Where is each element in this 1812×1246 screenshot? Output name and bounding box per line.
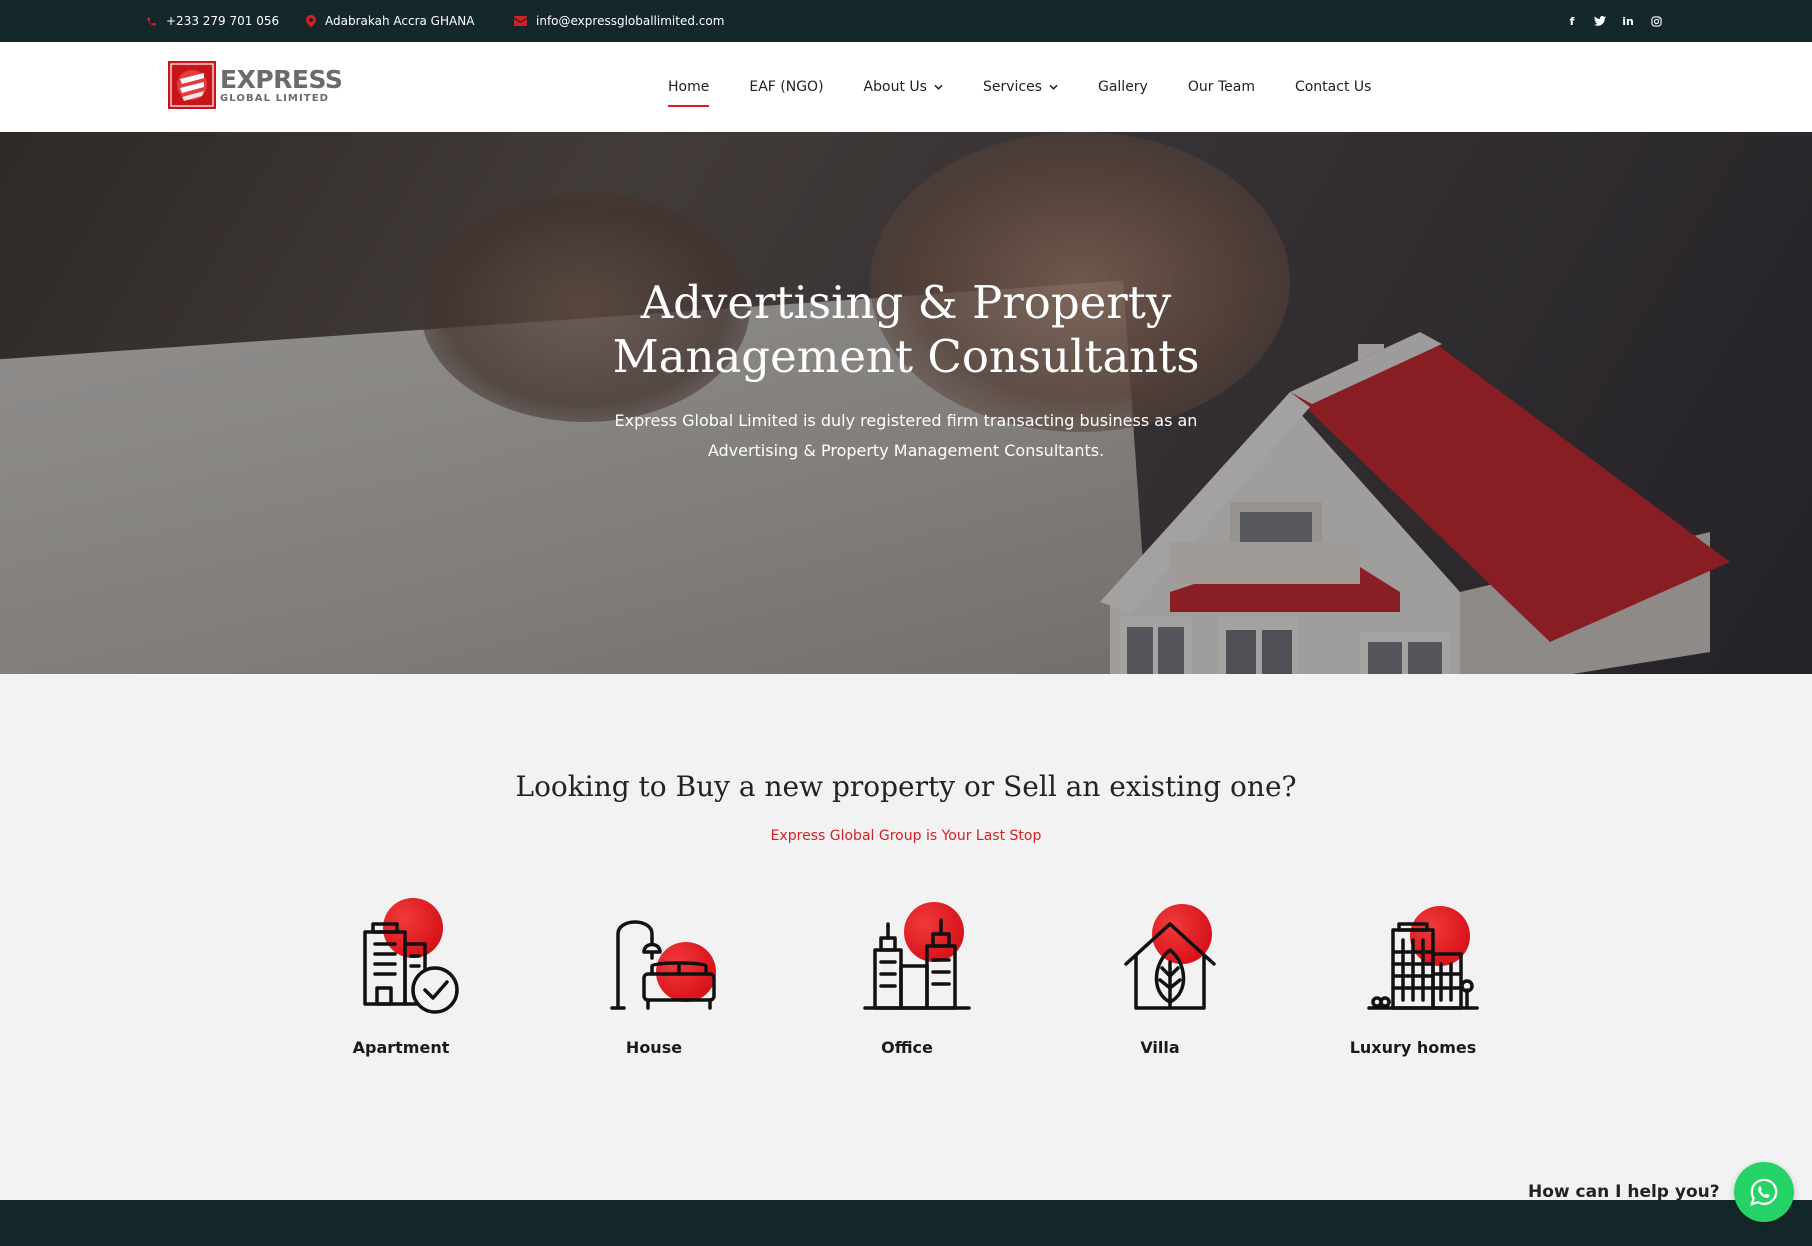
villa-icon <box>1124 922 1216 1010</box>
phone-icon <box>147 16 156 26</box>
nav-home[interactable]: Home <box>668 79 710 107</box>
map-pin-icon <box>306 15 316 27</box>
property-type-house[interactable]: House <box>569 904 739 1074</box>
main-nav: Home EAF (NGO) About Us Services Gallery… <box>668 42 1411 132</box>
envelope-icon <box>514 16 527 26</box>
nav-about-us[interactable]: About Us <box>864 79 943 95</box>
hero-overlay <box>0 132 1812 674</box>
property-type-label: Office <box>881 1038 933 1057</box>
site-header: EXPRESS GLOBAL LIMITED Home EAF (NGO) Ab… <box>0 42 1812 132</box>
nav-eaf-label: EAF (NGO) <box>749 79 824 95</box>
nav-gallery[interactable]: Gallery <box>1098 79 1148 95</box>
nav-services[interactable]: Services <box>983 79 1058 95</box>
property-type-label: Apartment <box>352 1038 450 1057</box>
nav-gallery-label: Gallery <box>1097 79 1148 95</box>
logo-mark-icon <box>168 61 216 109</box>
chevron-down-icon <box>1049 84 1058 90</box>
email-text: info@expressgloballimited.com <box>536 14 725 28</box>
site-logo[interactable]: EXPRESS GLOBAL LIMITED <box>168 61 343 109</box>
property-type-label: Villa <box>1140 1038 1180 1057</box>
phone-text: +233 279 701 056 <box>166 14 280 28</box>
office-icon <box>863 918 971 1010</box>
twitter-icon[interactable] <box>1594 15 1606 27</box>
property-type-label: House <box>625 1038 683 1057</box>
linkedin-icon[interactable]: in <box>1622 15 1634 28</box>
hero-title: Advertising & Property Management Consul… <box>0 276 1812 384</box>
property-type-luxury-homes[interactable]: Luxury homes <box>1328 904 1498 1074</box>
property-type-villa[interactable]: Villa <box>1075 904 1245 1074</box>
facebook-icon[interactable]: f <box>1566 15 1578 28</box>
nav-contact-label: Contact Us <box>1294 79 1372 95</box>
property-section-subtitle: Express Global Group is Your Last Stop <box>770 828 1042 844</box>
nav-home-label: Home <box>668 79 710 95</box>
property-type-apartment[interactable]: Apartment <box>316 898 486 1074</box>
chat-prompt[interactable]: How can I help you? <box>1528 1182 1720 1202</box>
property-type-office[interactable]: Office <box>822 902 992 1074</box>
footer-band <box>0 1200 1812 1246</box>
nav-eaf-ngo[interactable]: EAF (NGO) <box>749 79 823 95</box>
house-icon <box>610 920 716 1010</box>
hero-title-line-2: Management Consultants <box>612 330 1200 383</box>
top-bar: +233 279 701 056 Adabrakah Accra GHANA i… <box>0 0 1812 42</box>
address-text: Adabrakah Accra GHANA <box>325 14 475 28</box>
social-links: f in <box>1566 0 1662 42</box>
nav-contact-us[interactable]: Contact Us <box>1295 79 1371 95</box>
whatsapp-icon <box>1750 1178 1778 1206</box>
logo-sub-text: GLOBAL LIMITED <box>220 92 330 104</box>
topbar-phone[interactable]: +233 279 701 056 <box>146 0 279 42</box>
nav-about-label: About Us <box>863 79 927 95</box>
property-section: Looking to Buy a new property or Sell an… <box>0 674 1812 1200</box>
instagram-icon[interactable] <box>1650 15 1662 27</box>
nav-our-team[interactable]: Our Team <box>1188 79 1255 95</box>
apartment-icon <box>363 922 459 1014</box>
chevron-down-icon <box>934 84 943 90</box>
nav-services-label: Services <box>982 79 1042 95</box>
hero-description: Express Global Limited is duly registere… <box>614 411 1198 460</box>
property-type-label: Luxury homes <box>1349 1038 1477 1057</box>
nav-team-label: Our Team <box>1187 79 1255 95</box>
luxury-homes-icon <box>1367 922 1479 1010</box>
whatsapp-chat-button[interactable] <box>1734 1162 1794 1222</box>
hero-banner: Advertising & Property Management Consul… <box>0 132 1812 674</box>
topbar-address: Adabrakah Accra GHANA <box>306 0 474 42</box>
property-section-title: Looking to Buy a new property or Sell an… <box>515 770 1297 803</box>
logo-main-text: EXPRESS <box>220 64 343 94</box>
topbar-email[interactable]: info@expressgloballimited.com <box>514 0 724 42</box>
hero-title-line-1: Advertising & Property <box>640 276 1172 329</box>
